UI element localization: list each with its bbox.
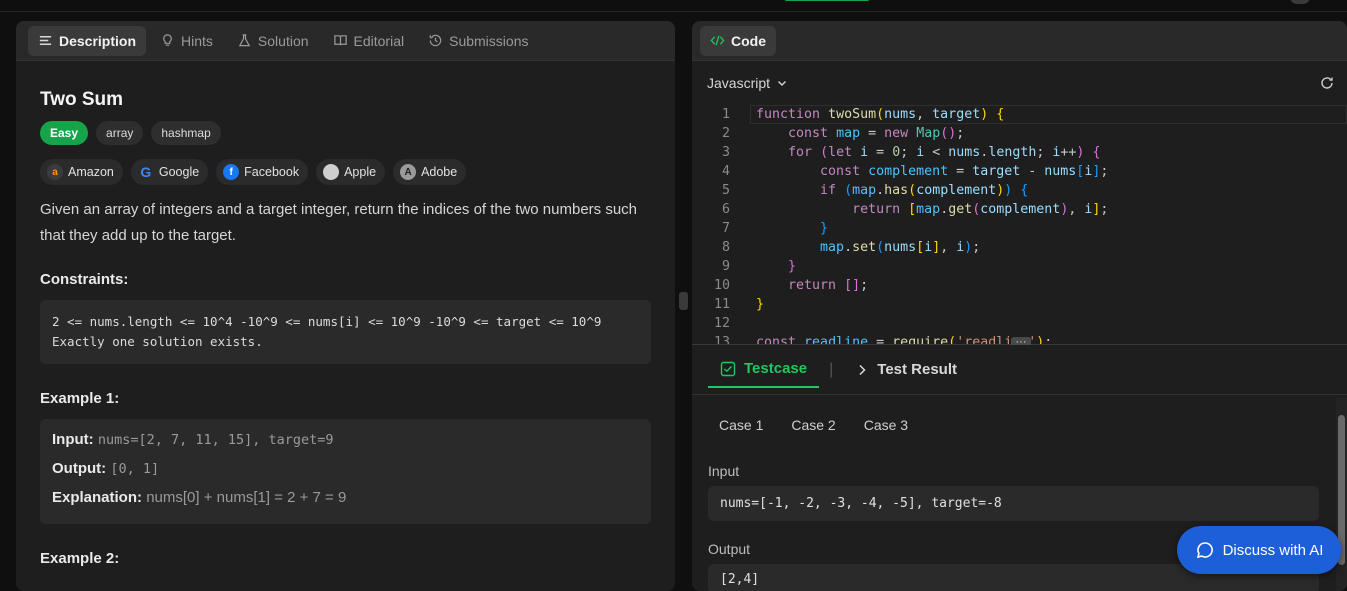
tab-separator: | [829,360,834,378]
testcase-input-field[interactable]: nums=[-1, -2, -3, -4, -5], target=-8 [708,486,1319,521]
tab-solution[interactable]: Solution [227,26,319,56]
tab-label: Test Result [877,361,958,378]
constraint-line: 2 <= nums.length <= 10^4 -10^9 <= nums[i… [52,314,602,329]
constraints-box: 2 <= nums.length <= 10^4 -10^9 <= nums[i… [40,300,651,364]
run-button-edge[interactable] [785,0,869,1]
company-label: Apple [344,165,377,179]
tag-list: Easy array hashmap [40,121,651,145]
company-label: Adobe [421,165,458,179]
company-tag-facebook[interactable]: f Facebook [216,159,309,185]
problem-panel: Description Hints Solution Editorial Sub… [16,21,675,591]
case-tab-3[interactable]: Case 3 [853,411,919,439]
code-line: 10 return []; [713,278,869,293]
constraint-line: Exactly one solution exists. [52,334,263,349]
constraints-heading: Constraints: [40,271,129,288]
facebook-icon: f [223,164,240,180]
flask-icon [238,34,251,47]
panel-resizer[interactable] [677,21,690,581]
example1-heading: Example 1: [40,390,120,407]
bulb-icon [163,34,172,46]
tab-code[interactable]: Code [700,25,776,56]
code-panel: Code Javascript 1 function twoSum(nums, t… [692,21,1347,591]
tab-editorial[interactable]: Editorial [323,26,415,56]
tab-description[interactable]: Description [28,25,147,56]
tab-label: Editorial [353,32,405,49]
list-icon [39,36,52,45]
code-line: 9 } [721,259,797,274]
example-explanation: Explanation: nums[0] + nums[1] = 2 + 7 =… [52,489,347,506]
company-tag-apple[interactable]: Apple [316,159,386,185]
code-line: 11} [713,297,765,312]
code-icon [710,35,725,46]
code-line: 5 if (map.has(complement)) { [721,183,1029,198]
chevron-right-icon [859,364,866,375]
editor-toolbar: Javascript [692,61,1347,105]
code-line: 3 for (let i = 0; i < nums.length; i++) … [721,145,1101,160]
code-editor[interactable]: 1 function twoSum(nums, target) { 2 const… [692,105,1347,345]
avatar[interactable] [1290,0,1310,4]
code-line: 8 map.set(nums[i], i); [721,240,981,255]
difficulty-badge: Easy [40,121,89,145]
chevron-down-icon [778,81,787,86]
language-select[interactable]: Javascript [707,75,788,91]
discuss-ai-label: Discuss with AI [1222,541,1324,559]
apple-icon [323,164,340,180]
company-label: Google [158,165,200,179]
code-tabs: Code [692,21,1347,61]
topic-tag[interactable]: hashmap [151,121,221,145]
topic-tag[interactable]: array [96,121,144,145]
input-label: Input [708,463,740,479]
resize-handle[interactable] [679,292,688,310]
tab-label: Code [731,32,766,49]
code-line: 12 [713,316,730,331]
company-tag-google[interactable]: G Google [130,159,209,185]
tab-submissions[interactable]: Submissions [418,26,538,56]
tab-hints[interactable]: Hints [150,26,223,56]
code-line: 6 return [map.get(complement), i]; [721,202,1109,217]
company-label: Amazon [68,165,114,179]
problem-description: Given an array of integers and a target … [40,201,638,244]
code-line: 1 function twoSum(nums, target) { [721,107,1005,122]
language-label: Javascript [707,75,771,91]
book-icon [333,35,347,46]
problem-title: Two Sum [40,89,124,110]
tab-label: Solution [257,32,309,49]
code-line: 2 const map = new Map(); [721,126,965,141]
case-tab-2[interactable]: Case 2 [780,411,846,439]
example2-heading: Example 2: [40,550,120,567]
example-output: Output: [0, 1] [52,460,160,477]
reset-icon[interactable] [1319,75,1335,91]
discuss-ai-button[interactable]: Discuss with AI [1177,526,1341,574]
problem-content: Two Sum Easy array hashmap a Amazon G Go… [16,61,675,567]
top-bar [0,0,1347,12]
problem-tabs: Description Hints Solution Editorial Sub… [16,21,675,61]
adobe-icon: A [400,164,417,180]
code-line: 7 } [721,221,829,236]
company-tag-amazon[interactable]: a Amazon [40,159,123,185]
company-list: a Amazon G Google f Facebook Apple A Ado… [40,159,651,185]
example1-box: Input: nums=[2, 7, 11, 15], target=9 Out… [40,419,651,524]
example-input: Input: nums=[2, 7, 11, 15], target=9 [52,431,334,448]
tab-label: Description [59,32,137,49]
checkbox-icon [720,361,736,376]
amazon-icon: a [47,164,63,180]
tab-test-result[interactable]: Test Result [843,352,969,388]
company-label: Facebook [244,165,300,179]
google-icon: G [140,164,152,180]
company-tag-adobe[interactable]: A Adobe [393,159,467,185]
tab-testcase[interactable]: Testcase [708,352,820,388]
tab-label: Submissions [449,32,529,49]
history-icon [429,34,442,47]
tab-label: Hints [181,32,213,49]
code-line: 4 const complement = target - nums[i]; [721,164,1109,179]
testcase-tabs: Testcase | Test Result [692,345,1347,395]
chat-bubble-icon [1196,542,1213,559]
tab-label: Testcase [744,360,808,377]
case-tab-1[interactable]: Case 1 [708,411,774,439]
case-tabs: Case 1 Case 2 Case 3 [692,395,1347,439]
